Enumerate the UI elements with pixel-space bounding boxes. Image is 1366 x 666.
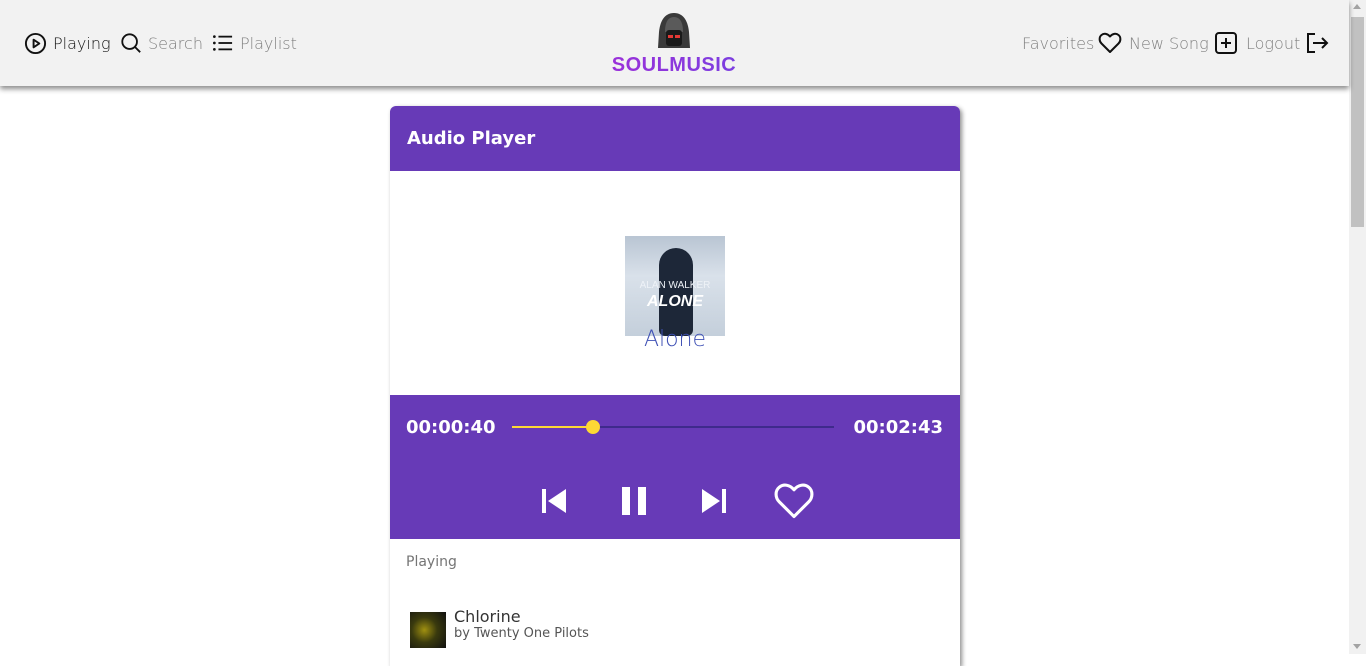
play-circle-icon xyxy=(24,32,47,55)
song-thumbnail xyxy=(410,612,446,648)
scroll-thumb[interactable] xyxy=(1351,17,1364,227)
cover-figure xyxy=(659,248,693,336)
total-time: 00:02:43 xyxy=(853,417,943,438)
add-box-icon xyxy=(1214,32,1237,54)
heart-icon xyxy=(1098,32,1122,54)
heart-outline-icon xyxy=(774,483,814,519)
song-title: Alone xyxy=(643,327,707,352)
progress-slider[interactable] xyxy=(512,420,834,434)
progress-fill xyxy=(512,426,593,428)
skip-previous-icon xyxy=(542,489,566,513)
nav-logout[interactable]: Logout xyxy=(1246,30,1330,56)
queue-label: Playing xyxy=(406,554,457,570)
list-icon xyxy=(212,33,234,53)
logo-text: SOULMUSIC xyxy=(608,54,740,77)
nav-favorites[interactable]: Favorites xyxy=(1022,30,1122,56)
favorite-button[interactable] xyxy=(772,479,816,523)
player-controls: 00:00:40 00:02:43 xyxy=(390,395,960,539)
current-time: 00:00:40 xyxy=(406,417,496,438)
top-nav-bar: Playing Search Playlist SOULMUSIC Favori… xyxy=(0,0,1349,86)
audio-player-card: Audio Player ALAN WALKER ALONE Alone 00:… xyxy=(390,106,960,666)
progress-thumb[interactable] xyxy=(585,420,600,434)
vertical-scrollbar[interactable] xyxy=(1349,0,1366,654)
cover-artist-text: ALAN WALKER xyxy=(639,280,711,291)
nav-playing[interactable]: Playing xyxy=(24,30,111,56)
pause-icon xyxy=(622,487,646,515)
logout-icon xyxy=(1306,32,1330,54)
nav-playing-label: Playing xyxy=(53,33,111,53)
scroll-down-arrow-icon[interactable] xyxy=(1353,644,1361,649)
nav-playlist-label: Playlist xyxy=(240,33,297,53)
pause-button[interactable] xyxy=(612,479,656,523)
next-button[interactable] xyxy=(692,479,736,523)
card-title: Audio Player xyxy=(407,128,536,149)
nav-playlist[interactable]: Playlist xyxy=(212,30,297,56)
skip-next-icon xyxy=(702,489,726,513)
search-icon xyxy=(120,32,142,54)
scroll-up-arrow-icon[interactable] xyxy=(1353,4,1361,9)
list-item-title: Chlorine xyxy=(454,607,521,626)
soulmusic-logo[interactable]: SOULMUSIC xyxy=(608,10,740,76)
previous-button[interactable] xyxy=(532,479,576,523)
nav-new-song-label: New Song xyxy=(1129,33,1209,53)
nav-favorites-label: Favorites xyxy=(1022,33,1095,53)
hooded-head-icon xyxy=(658,13,690,48)
list-item-artist: by Twenty One Pilots xyxy=(454,626,589,641)
album-cover: ALAN WALKER ALONE xyxy=(625,236,725,336)
card-header: Audio Player xyxy=(390,106,960,171)
list-item[interactable]: Chlorine by Twenty One Pilots xyxy=(410,606,940,650)
nav-search-label: Search xyxy=(148,33,203,53)
nav-logout-label: Logout xyxy=(1246,33,1301,53)
cover-title-text: ALONE xyxy=(647,293,703,310)
nav-search[interactable]: Search xyxy=(120,30,203,56)
nav-new-song[interactable]: New Song xyxy=(1129,30,1237,56)
